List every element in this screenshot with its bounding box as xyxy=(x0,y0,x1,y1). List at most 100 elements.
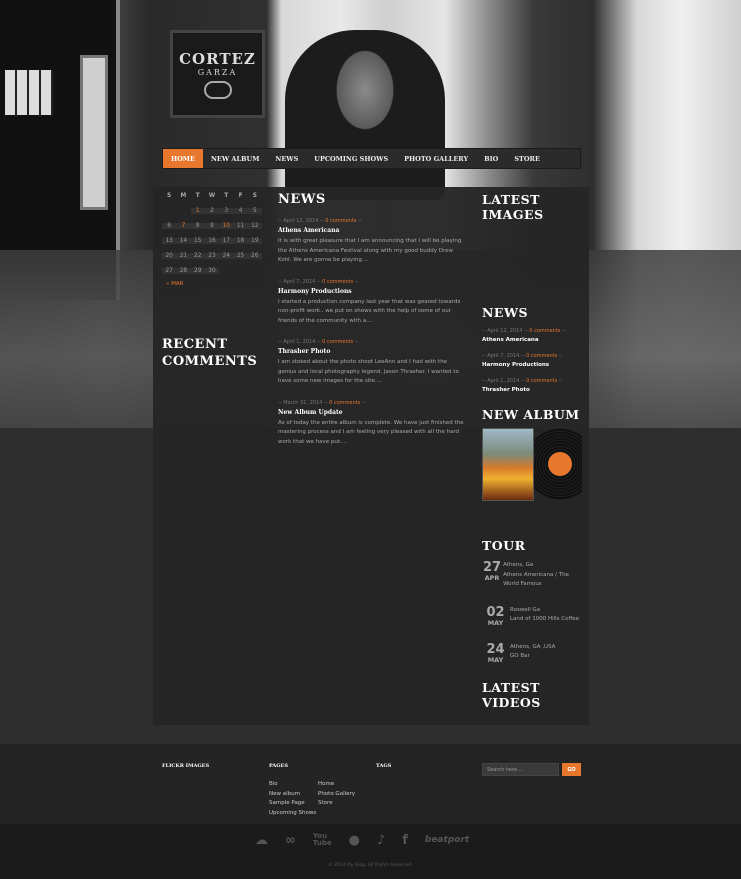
calendar-day: 26 xyxy=(247,252,262,259)
hero-portrait xyxy=(285,30,445,200)
calendar-day: 8 xyxy=(190,222,205,229)
nav-item-bio[interactable]: BIO xyxy=(476,149,506,168)
pages-list-1: Bio New album Sample Page Upcoming Shows xyxy=(269,780,316,818)
post-title[interactable]: Athens Americana xyxy=(278,227,466,234)
post-meta: -- April 12, 2014 -- 0 comments -- xyxy=(278,218,362,224)
tour-venue: Land of 1000 Hills Coffee xyxy=(510,616,580,622)
tour-heading: TOUR xyxy=(482,538,526,553)
calendar-day: 28 xyxy=(176,267,191,274)
news-posts: -- April 12, 2014 -- 0 comments -- Athens… xyxy=(278,218,466,460)
news-post: -- April 1, 2014 -- 0 comments -- Thrashe… xyxy=(278,339,466,387)
tour-place: Athens, GA ,USA xyxy=(510,643,556,650)
calendar-day: 18 xyxy=(233,237,248,244)
footer-link-bio[interactable]: Bio xyxy=(269,780,316,790)
footer-link-upcoming-shows[interactable]: Upcoming Shows xyxy=(269,809,316,819)
album-artwork[interactable] xyxy=(482,428,582,502)
footer-link-home[interactable]: Home xyxy=(318,780,355,790)
nav-item-upcoming-shows[interactable]: UPCOMING SHOWS xyxy=(306,149,396,168)
nav-item-store[interactable]: STORE xyxy=(506,149,548,168)
post-meta: -- March 31, 2014 -- 0 comments -- xyxy=(278,399,366,406)
twitter-icon[interactable]: ♪ xyxy=(377,833,385,848)
footer-widgets xyxy=(0,744,741,824)
copyright-text: © 2014 My Blog. All Rights Reserved. xyxy=(328,863,413,868)
calendar-day: 20 xyxy=(162,252,177,259)
lastfm-icon[interactable]: ∞ xyxy=(285,833,296,848)
facebook-icon[interactable]: f xyxy=(402,833,408,848)
post-comments-link[interactable]: 0 comments xyxy=(322,279,353,285)
youtube-icon[interactable]: You Tube xyxy=(313,833,332,847)
nav-item-home[interactable]: HOME xyxy=(163,149,203,168)
news-heading: NEWS xyxy=(278,192,326,207)
latest-videos-heading: LATEST VIDEOS xyxy=(482,679,541,710)
latest-images-area xyxy=(482,230,582,305)
logo-seal-icon xyxy=(203,80,232,99)
tour-info: Roswell Ga Land of 1000 Hills Coffee xyxy=(509,606,579,627)
main-nav: HOME NEW ALBUM NEWS UPCOMING SHOWS PHOTO… xyxy=(162,148,581,169)
footer-link-new-album[interactable]: New album xyxy=(269,790,316,800)
footer-link-sample-page[interactable]: Sample Page xyxy=(269,799,316,809)
post-excerpt: I am stoked about the photo shoot LeeAnn… xyxy=(278,359,459,384)
tour-info: Athens, Ga Athens Americana / The World F… xyxy=(502,561,582,590)
calendar-day: 15 xyxy=(190,237,205,244)
sidebar-news-title[interactable]: Harmony Productions xyxy=(482,362,582,368)
calendar-weekday: T xyxy=(195,192,200,199)
sidebar-news-date: -- April 12, 2014 -- xyxy=(482,328,530,334)
sidebar-news-title[interactable]: Thrasher Photo xyxy=(482,387,582,393)
calendar-day[interactable]: 1 xyxy=(190,207,205,214)
search-go-button[interactable]: GO xyxy=(562,763,581,776)
calendar-day[interactable]: 7 xyxy=(176,222,191,229)
calendar-day: 27 xyxy=(162,267,177,274)
sidebar-news-meta: -- April 1, 2014 -- 0 comments -- xyxy=(482,378,563,384)
post-excerpt: It is with great pleasure that I am anno… xyxy=(278,238,462,263)
tour-day: 27 xyxy=(482,560,502,575)
tour-item: 02 MAY Roswell Ga Land of 1000 Hills Coffee xyxy=(482,606,582,627)
nav-item-photo-gallery[interactable]: PHOTO GALLERY xyxy=(396,149,476,168)
tour-item: 24 MAY Athens, GA ,USA GO Bar xyxy=(482,643,582,664)
beatport-icon[interactable]: beatport xyxy=(425,835,469,845)
post-excerpt: As of today the entire album is complete… xyxy=(278,419,464,445)
sidebar-news-list: -- April 12, 2014 -- 0 comments -- Athens… xyxy=(482,328,582,393)
album-cover[interactable] xyxy=(482,428,535,501)
sidebar-news-comments[interactable]: 0 comments xyxy=(526,353,557,359)
footer-link-store[interactable]: Store xyxy=(318,799,355,809)
nav-item-news[interactable]: NEWS xyxy=(267,149,306,168)
calendar-day: 23 xyxy=(204,252,220,259)
calendar-day[interactable]: 10 xyxy=(219,222,234,229)
news-post: -- April 7, 2014 -- 0 comments -- Harmony… xyxy=(278,279,466,327)
footer-link-photo-gallery[interactable]: Photo Gallery xyxy=(318,790,355,800)
post-comments-link[interactable]: 0 comments xyxy=(329,400,360,406)
calendar-week: 12345 xyxy=(162,203,262,218)
soundcloud-icon[interactable]: ☁ xyxy=(255,833,268,848)
sidebar-news-title[interactable]: Athens Americana xyxy=(482,337,582,343)
post-meta: -- April 1, 2014 -- 0 comments -- xyxy=(278,339,359,345)
calendar-day: 2 xyxy=(204,207,220,214)
post-title[interactable]: Harmony Productions xyxy=(278,288,466,295)
sidebar-news-comments[interactable]: 0 comments xyxy=(526,378,557,384)
latest-images-heading: LATEST IMAGES xyxy=(482,192,544,222)
post-title[interactable]: New Album Update xyxy=(278,409,466,416)
hero-window xyxy=(80,55,108,210)
site-logo[interactable]: CORTEZ GARZA xyxy=(170,30,265,118)
news-post: -- April 12, 2014 -- 0 comments -- Athens… xyxy=(278,218,466,266)
post-comments-link[interactable]: 0 comments xyxy=(325,218,356,224)
tour-month: MAY xyxy=(487,655,504,664)
calendar-day: 22 xyxy=(190,252,205,259)
calendar-day: 14 xyxy=(176,237,191,244)
sidebar-news-heading: NEWS xyxy=(482,305,529,320)
nav-item-new-album[interactable]: NEW ALBUM xyxy=(203,149,267,168)
tour-venue: GO Bar xyxy=(510,653,530,659)
tour-place: Athens, Ga xyxy=(503,562,534,568)
calendar-day: 30 xyxy=(204,267,220,274)
tour-month: APR xyxy=(484,574,500,582)
sidebar-news-comments[interactable]: 0 comments xyxy=(529,328,560,334)
calendar-day: 12 xyxy=(247,222,262,229)
tour-day: 24 xyxy=(486,641,505,657)
calendar-prev-link[interactable]: « MAR xyxy=(166,281,183,287)
post-title[interactable]: Thrasher Photo xyxy=(278,348,466,355)
flickr-heading: FLICKR IMAGES xyxy=(162,763,210,769)
calendar-weekday: S xyxy=(167,192,172,199)
search-input[interactable]: Search here ... xyxy=(482,763,559,776)
calendar-day: 6 xyxy=(162,222,177,229)
apple-icon[interactable]: ● xyxy=(349,833,360,848)
post-comments-link[interactable]: 0 comments xyxy=(322,339,353,345)
